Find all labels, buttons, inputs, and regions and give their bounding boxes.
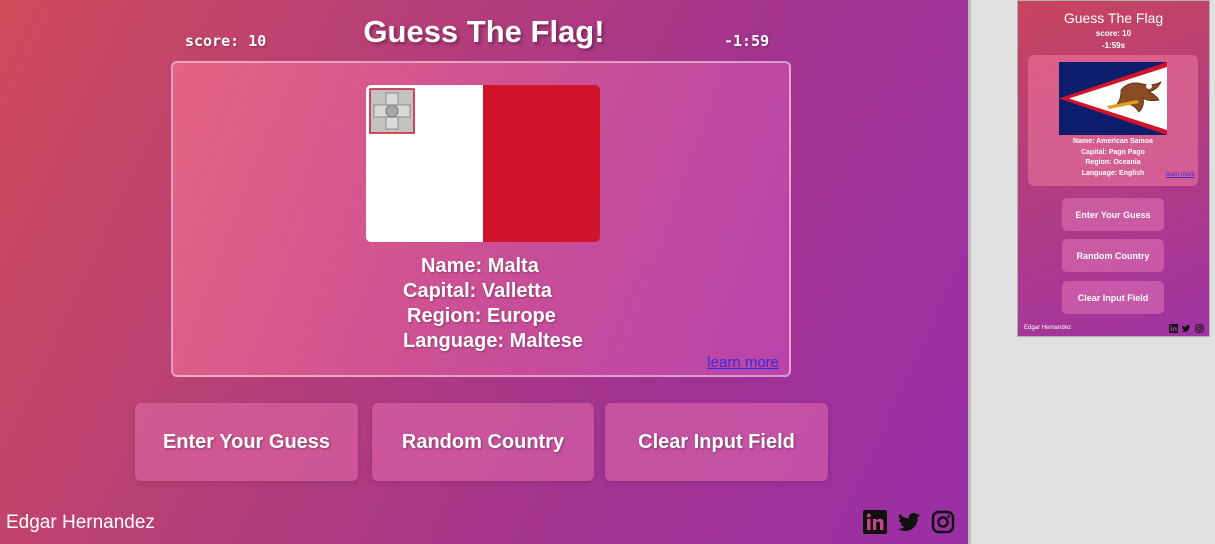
country-region: Region: Europe bbox=[407, 305, 556, 327]
country-language: Language: Maltese bbox=[403, 330, 584, 352]
enter-guess-button[interactable]: Enter Your Guess bbox=[135, 403, 358, 481]
learn-more-link[interactable]: learn more bbox=[707, 354, 779, 371]
mobile-country-name: Name: American Samoa bbox=[1073, 138, 1153, 145]
page-title: Guess The Flag! bbox=[363, 14, 605, 49]
timer-display: -1:59 bbox=[724, 32, 770, 50]
mobile-country-capital: Capital: Pago Pago bbox=[1081, 149, 1145, 156]
clear-input-button[interactable]: Clear Input Field bbox=[605, 403, 828, 481]
mobile-country-region: Region: Oceania bbox=[1085, 159, 1141, 166]
linkedin-icon[interactable] bbox=[863, 510, 887, 534]
mobile-random-country-button[interactable]: Random Country bbox=[1062, 239, 1164, 272]
mobile-score: score: 10 bbox=[1095, 29, 1132, 38]
main-view: score: 10 Guess The Flag! -1:59 Name: Ma… bbox=[0, 0, 968, 544]
mobile-linkedin-icon[interactable] bbox=[1169, 324, 1178, 333]
malta-flag-image bbox=[366, 85, 600, 242]
mobile-learn-more-link[interactable]: learn more bbox=[1166, 172, 1195, 178]
american-samoa-flag-image bbox=[1059, 62, 1167, 135]
mobile-clear-input-button[interactable]: Clear Input Field bbox=[1062, 281, 1164, 314]
flag-card: Name: Malta Capital: Valletta Region: Eu… bbox=[171, 61, 791, 377]
mobile-instagram-icon[interactable] bbox=[1195, 324, 1204, 333]
mobile-preview: Guess The Flag score: 10 -1:59s Name: Am… bbox=[1017, 0, 1210, 337]
mobile-title: Guess The Flag bbox=[1063, 10, 1164, 26]
footer-author: Edgar Hernandez bbox=[6, 512, 155, 533]
twitter-icon[interactable] bbox=[896, 510, 922, 534]
mobile-twitter-icon[interactable] bbox=[1181, 324, 1191, 333]
mobile-enter-guess-button[interactable]: Enter Your Guess bbox=[1062, 198, 1164, 231]
mobile-flag-card: Name: American Samoa Capital: Pago Pago … bbox=[1028, 55, 1198, 186]
country-name: Name: Malta bbox=[421, 255, 539, 277]
country-capital: Capital: Valletta bbox=[403, 280, 552, 302]
mobile-footer-author: Edgar Hernandez bbox=[1024, 325, 1072, 331]
mobile-timer: -1:59s bbox=[1101, 41, 1126, 50]
instagram-icon[interactable] bbox=[931, 510, 955, 534]
random-country-button[interactable]: Random Country bbox=[372, 403, 594, 481]
panel-divider bbox=[968, 0, 971, 544]
